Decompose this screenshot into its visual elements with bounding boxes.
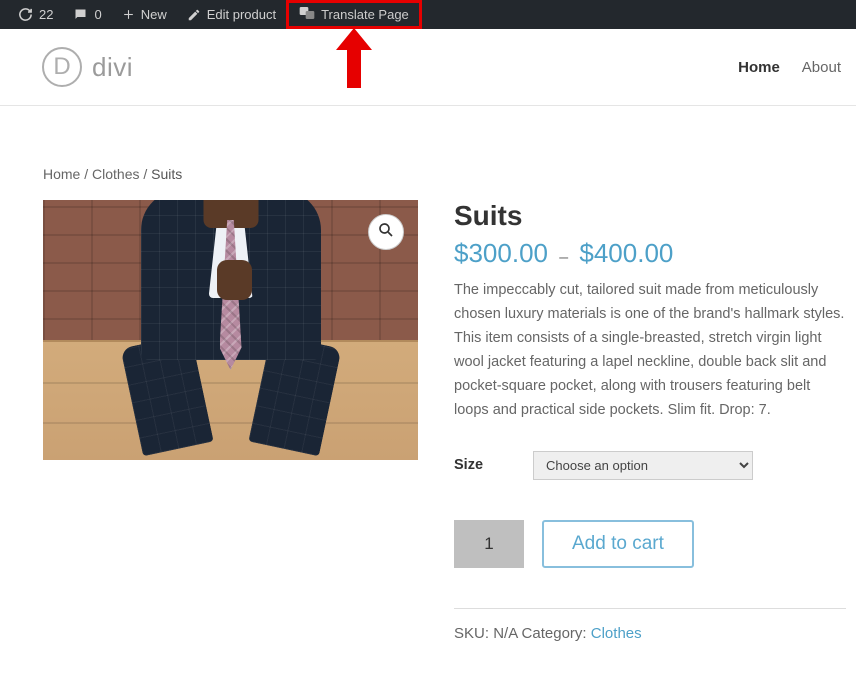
image-person — [101, 200, 361, 450]
cart-row: Add to cart — [454, 520, 846, 568]
nav-about[interactable]: About — [802, 59, 841, 76]
meta-divider — [454, 608, 846, 609]
zoom-button[interactable] — [368, 214, 404, 250]
comments-count: 0 — [94, 7, 101, 22]
price-low: 300.00 — [468, 238, 548, 268]
size-label: Size — [454, 457, 483, 473]
annotation-arrow — [336, 28, 372, 88]
breadcrumb-sep: / — [143, 166, 151, 182]
wp-admin-bar: 22 0 New Edit product Translate Page — [0, 0, 856, 29]
site-logo[interactable]: D divi — [42, 47, 133, 87]
category-link[interactable]: Clothes — [591, 625, 642, 642]
logo-text: divi — [92, 52, 133, 83]
currency: $ — [579, 238, 593, 268]
admin-edit-product[interactable]: Edit product — [177, 0, 286, 29]
breadcrumb: Home / Clothes / Suits — [43, 166, 846, 182]
translate-label: Translate Page — [321, 7, 409, 22]
product-info: Suits $300.00 – $400.00 The impeccably c… — [454, 200, 846, 642]
comment-icon — [73, 7, 88, 22]
logo-mark: D — [42, 47, 82, 87]
currency: $ — [454, 238, 468, 268]
breadcrumb-category[interactable]: Clothes — [92, 166, 139, 182]
product-layout: Suits $300.00 – $400.00 The impeccably c… — [43, 200, 846, 642]
sku-label: SKU: — [454, 625, 489, 642]
admin-new[interactable]: New — [112, 0, 177, 29]
site-header: D divi Home About — [0, 29, 856, 106]
quantity-input[interactable] — [454, 520, 524, 568]
product-title: Suits — [454, 200, 846, 232]
main-content: Home / Clothes / Suits Sui — [0, 106, 856, 662]
price-high: 400.00 — [594, 238, 674, 268]
sku-value: N/A — [493, 625, 517, 642]
updates-count: 22 — [39, 7, 53, 22]
nav-home[interactable]: Home — [738, 59, 780, 76]
size-select[interactable]: Choose an option — [533, 451, 753, 480]
product-price: $300.00 – $400.00 — [454, 238, 846, 269]
admin-translate-page[interactable]: Translate Page — [286, 0, 422, 29]
new-label: New — [141, 7, 167, 22]
breadcrumb-sep: / — [84, 166, 92, 182]
magnify-icon — [377, 221, 395, 244]
breadcrumb-home[interactable]: Home — [43, 166, 80, 182]
admin-comments[interactable]: 0 — [63, 0, 111, 29]
translate-highlight: Translate Page — [286, 0, 422, 29]
refresh-icon — [18, 7, 33, 22]
add-to-cart-button[interactable]: Add to cart — [542, 520, 694, 568]
product-meta: SKU: N/A Category: Clothes — [454, 625, 846, 642]
product-image[interactable] — [43, 200, 418, 460]
breadcrumb-current: Suits — [151, 166, 182, 182]
pencil-icon — [187, 8, 201, 22]
variation-row: Size Choose an option — [454, 451, 846, 480]
translate-icon — [299, 6, 315, 23]
admin-updates[interactable]: 22 — [8, 0, 63, 29]
plus-icon — [122, 8, 135, 21]
primary-nav: Home About — [738, 59, 841, 76]
product-description: The impeccably cut, tailored suit made f… — [454, 279, 846, 423]
edit-product-label: Edit product — [207, 7, 276, 22]
price-dash: – — [559, 249, 568, 266]
category-label: Category: — [522, 625, 587, 642]
